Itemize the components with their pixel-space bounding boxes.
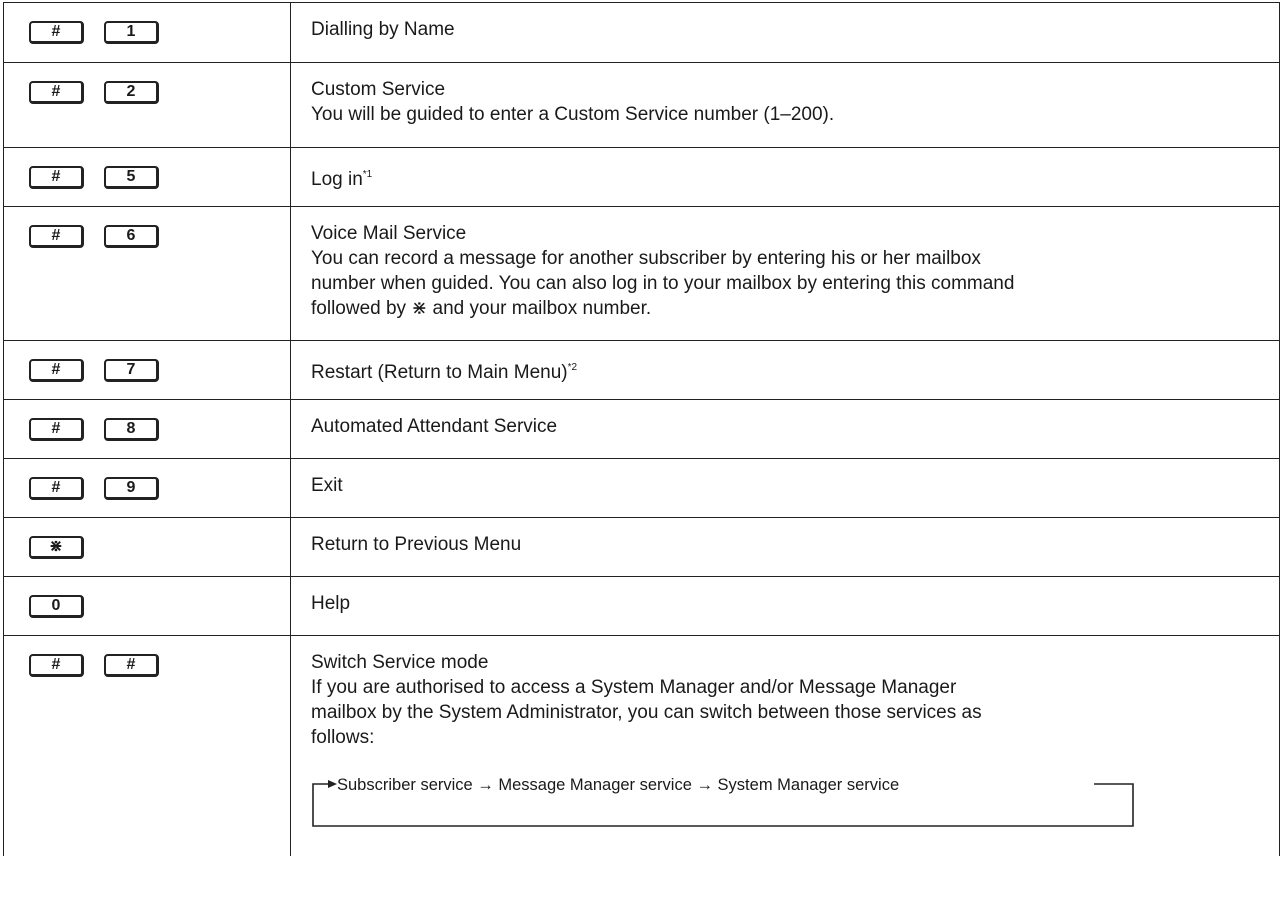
- table-row: #2 Custom Service You will be guided to …: [3, 62, 1280, 148]
- description-cell: Switch Service mode If you are authorise…: [290, 635, 1280, 856]
- key-button: 5: [104, 166, 159, 189]
- command-title: Help: [311, 593, 351, 614]
- command-title: Return to Previous Menu: [311, 534, 522, 555]
- command-title: Automated Attendant Service: [311, 416, 558, 437]
- command-title: Exit: [311, 475, 343, 496]
- key-button: #: [29, 21, 84, 44]
- key-cell: #6: [3, 206, 291, 341]
- service-cycle-diagram: Subscriber service → Message Manager ser…: [311, 762, 1259, 842]
- command-detail: follows:: [311, 727, 375, 748]
- table-row: #6 Voice Mail Service You can record a m…: [3, 206, 1280, 341]
- table-row: #7 Restart (Return to Main Menu)*2: [3, 340, 1280, 400]
- key-button: 0: [29, 595, 84, 618]
- command-title: Custom Service: [311, 79, 446, 100]
- description-cell: Exit: [290, 458, 1280, 518]
- key-cell: #9: [3, 458, 291, 518]
- key-button: 9: [104, 477, 159, 500]
- command-title: Dialling by Name: [311, 19, 455, 40]
- table-row: #5 Log in*1: [3, 147, 1280, 207]
- description-cell: Dialling by Name: [290, 2, 1280, 63]
- table-row: 0 Help: [3, 576, 1280, 636]
- key-cell: #7: [3, 340, 291, 400]
- key-button: #: [29, 359, 84, 382]
- star-key-icon: ⋇: [29, 536, 84, 559]
- key-cell: #2: [3, 62, 291, 148]
- key-button: #: [104, 654, 159, 677]
- description-cell: Help: [290, 576, 1280, 636]
- table-row: #1 Dialling by Name: [3, 2, 1280, 63]
- key-button: 2: [104, 81, 159, 104]
- key-button: #: [29, 418, 84, 441]
- key-cell: #5: [3, 147, 291, 207]
- key-button: #: [29, 225, 84, 248]
- command-detail: You can record a message for another sub…: [311, 248, 981, 269]
- key-cell: ⋇: [3, 517, 291, 577]
- description-cell: Custom Service You will be guided to ent…: [290, 62, 1280, 148]
- table-row: #9 Exit: [3, 458, 1280, 518]
- key-cell: #1: [3, 2, 291, 63]
- command-detail: mailbox by the System Administrator, you…: [311, 702, 982, 723]
- table-row: #8 Automated Attendant Service: [3, 399, 1280, 459]
- description-cell: Restart (Return to Main Menu)*2: [290, 340, 1280, 400]
- footnote-marker: *2: [567, 362, 578, 373]
- command-detail: You will be guided to enter a Custom Ser…: [311, 104, 835, 125]
- footnote-marker: *1: [362, 169, 373, 180]
- table-row: ⋇ Return to Previous Menu: [3, 517, 1280, 577]
- key-button: 7: [104, 359, 159, 382]
- description-cell: Log in*1: [290, 147, 1280, 207]
- description-cell: Return to Previous Menu: [290, 517, 1280, 577]
- key-button: #: [29, 654, 84, 677]
- key-button: #: [29, 81, 84, 104]
- command-title: Voice Mail Service: [311, 223, 467, 244]
- command-title: Log in: [311, 169, 363, 190]
- description-cell: Automated Attendant Service: [290, 399, 1280, 459]
- command-table: #1 Dialling by Name #2 Custom Service Yo…: [3, 2, 1280, 856]
- command-title: Restart (Return to Main Menu): [311, 362, 568, 383]
- key-button: #: [29, 477, 84, 500]
- key-button: 1: [104, 21, 159, 44]
- command-detail: number when guided. You can also log in …: [311, 273, 1015, 294]
- command-title: Switch Service mode: [311, 652, 489, 673]
- service-cycle-label: Subscriber service → Message Manager ser…: [337, 776, 900, 794]
- table-row: # # Switch Service mode If you are author…: [3, 635, 1280, 856]
- command-detail: followed by ⋇ and your mailbox number.: [311, 298, 652, 319]
- key-button: #: [29, 166, 84, 189]
- key-cell: 0: [3, 576, 291, 636]
- key-button: 8: [104, 418, 159, 441]
- key-button: 6: [104, 225, 159, 248]
- description-cell: Voice Mail Service You can record a mess…: [290, 206, 1280, 341]
- key-cell: # #: [3, 635, 291, 856]
- key-cell: #8: [3, 399, 291, 459]
- command-detail: If you are authorised to access a System…: [311, 677, 957, 698]
